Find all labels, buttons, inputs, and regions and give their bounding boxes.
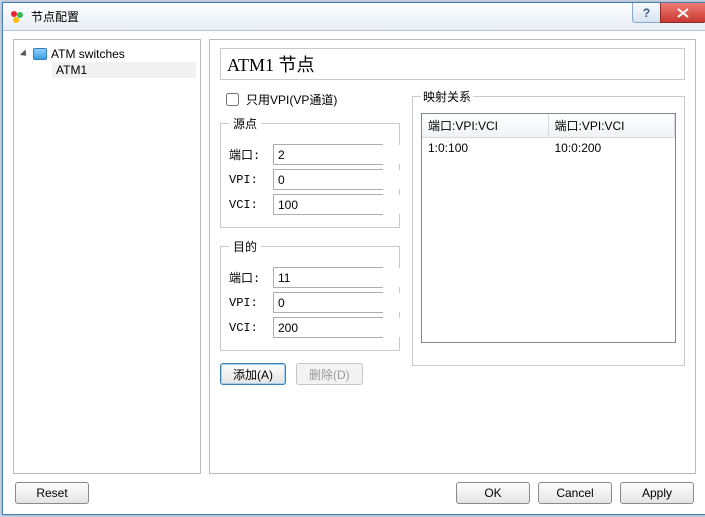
delete-button[interactable]: 删除(D) — [296, 363, 363, 385]
apply-button[interactable]: Apply — [620, 482, 694, 504]
dst-vpi-label: VPI: — [229, 296, 273, 310]
src-port-label: 端口: — [229, 146, 273, 163]
dst-vpi-spinner[interactable] — [273, 292, 383, 313]
node-title-frame: ATM1 节点 — [220, 48, 685, 80]
mapping-group: 映射关系 端口:VPI:VCI 端口:VPI:VCI 1:0:100 10:0:… — [412, 88, 685, 366]
help-button[interactable]: ? — [632, 3, 660, 23]
mapping-legend: 映射关系 — [421, 88, 473, 105]
dialog-window: 节点配置 ? ATM switches ATM1 ATM1 — [2, 2, 705, 515]
tree-pane[interactable]: ATM switches ATM1 — [13, 39, 201, 474]
expand-icon[interactable] — [20, 49, 29, 58]
table-cell: 10:0:200 — [549, 138, 676, 158]
table-cell: 1:0:100 — [422, 138, 549, 158]
table-row[interactable]: 1:0:100 10:0:200 — [422, 138, 675, 158]
table-header-2[interactable]: 端口:VPI:VCI — [549, 114, 676, 137]
src-vci-spinner[interactable] — [273, 194, 383, 215]
src-vpi-label: VPI: — [229, 173, 273, 187]
dst-port-label: 端口: — [229, 269, 273, 286]
source-group: 源点 端口: VPI: — [220, 115, 400, 228]
tree-root-label: ATM switches — [51, 47, 125, 61]
ok-button[interactable]: OK — [456, 482, 530, 504]
dialog-footer: Reset OK Cancel Apply — [13, 474, 696, 506]
dst-port-spinner[interactable] — [273, 267, 383, 288]
tree-item-atm1[interactable]: ATM1 — [52, 62, 196, 78]
mapping-table[interactable]: 端口:VPI:VCI 端口:VPI:VCI 1:0:100 10:0:200 — [421, 113, 676, 343]
dest-legend: 目的 — [229, 238, 261, 255]
node-title: ATM1 节点 — [221, 49, 684, 79]
detail-pane: ATM1 节点 只用VPI(VP通道) 源点 端口: — [209, 39, 696, 474]
source-legend: 源点 — [229, 115, 261, 132]
switch-icon — [33, 48, 47, 60]
reset-button[interactable]: Reset — [15, 482, 89, 504]
app-icon — [9, 9, 25, 25]
src-vpi-spinner[interactable] — [273, 169, 383, 190]
tree-root[interactable]: ATM switches — [18, 46, 196, 62]
titlebar: 节点配置 ? — [3, 3, 705, 31]
dst-vci-spinner[interactable] — [273, 317, 383, 338]
table-header-1[interactable]: 端口:VPI:VCI — [422, 114, 549, 137]
src-vci-label: VCI: — [229, 198, 273, 212]
tree-child-label: ATM1 — [56, 63, 87, 77]
dest-group: 目的 端口: VPI: — [220, 238, 400, 351]
window-title: 节点配置 — [31, 8, 632, 25]
vpi-only-checkbox[interactable] — [226, 93, 239, 106]
add-button[interactable]: 添加(A) — [220, 363, 286, 385]
close-button[interactable] — [660, 3, 705, 23]
cancel-button[interactable]: Cancel — [538, 482, 612, 504]
dst-vci-label: VCI: — [229, 321, 273, 335]
vpi-only-label: 只用VPI(VP通道) — [246, 91, 337, 108]
src-port-spinner[interactable] — [273, 144, 383, 165]
